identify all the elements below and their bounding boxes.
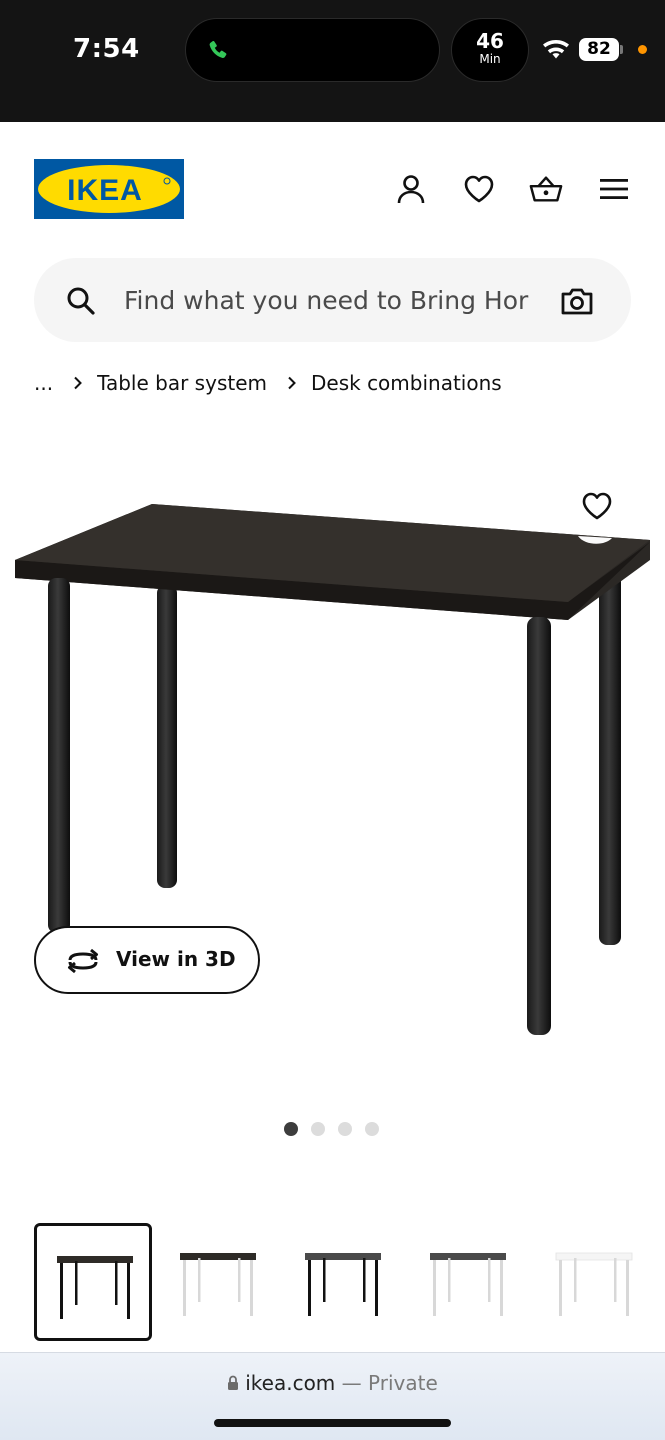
ikea-logo[interactable]: IKEA xyxy=(34,159,184,219)
thumbnail-image xyxy=(555,1252,633,1316)
profile-button[interactable] xyxy=(394,172,428,206)
battery-level: 82 xyxy=(579,38,619,61)
timer-unit: Min xyxy=(479,52,501,66)
browser-address-bar[interactable]: ikea.com — Private xyxy=(0,1352,665,1440)
breadcrumb-desk-combinations[interactable]: Desk combinations xyxy=(311,371,502,395)
breadcrumb: ... Table bar system Desk combinations xyxy=(34,368,502,398)
phone-call-icon xyxy=(209,40,227,58)
thumbnail-image xyxy=(305,1253,381,1316)
timer-value: 46 xyxy=(476,29,504,53)
lock-icon xyxy=(228,1375,239,1390)
url-separator: — xyxy=(335,1371,369,1395)
thumbnail-4[interactable] xyxy=(410,1223,528,1341)
heart-icon xyxy=(582,492,612,520)
timer-pill[interactable]: 46 Min xyxy=(451,18,529,82)
battery-tip xyxy=(620,45,623,54)
thumbnail-image xyxy=(180,1253,256,1316)
thumbnail-5[interactable] xyxy=(536,1223,665,1341)
view-in-3d-button[interactable]: View in 3D xyxy=(34,926,260,994)
carousel-dot-2[interactable] xyxy=(311,1122,325,1136)
carousel-dot-3[interactable] xyxy=(338,1122,352,1136)
home-indicator[interactable] xyxy=(214,1419,451,1427)
camera-search-icon[interactable] xyxy=(560,285,594,317)
menu-icon xyxy=(600,179,628,199)
menu-button[interactable] xyxy=(597,172,631,206)
search-input[interactable] xyxy=(124,278,540,322)
heart-icon xyxy=(464,175,494,203)
wifi-icon xyxy=(543,40,569,59)
privacy-indicator xyxy=(638,45,647,54)
dynamic-island[interactable] xyxy=(185,18,440,82)
thumbnail-3[interactable] xyxy=(285,1223,403,1341)
url-domain: ikea.com xyxy=(245,1371,336,1395)
thumbnail-2[interactable] xyxy=(160,1223,278,1341)
profile-icon xyxy=(397,175,425,204)
carousel-indicator xyxy=(284,1122,379,1136)
url-display[interactable]: ikea.com — Private xyxy=(0,1371,665,1395)
breadcrumb-table-bar-system[interactable]: Table bar system xyxy=(97,371,267,395)
basket-icon xyxy=(529,176,563,202)
product-favourite-button[interactable] xyxy=(577,486,617,526)
thumbnail-1[interactable] xyxy=(34,1223,152,1341)
view-in-3d-label: View in 3D xyxy=(116,947,236,971)
status-bar: 7:54 46 Min 82 xyxy=(0,0,665,122)
search-bar[interactable] xyxy=(34,258,631,342)
carousel-dot-4[interactable] xyxy=(365,1122,379,1136)
chevron-right-icon xyxy=(74,376,82,390)
favourites-button[interactable] xyxy=(462,172,496,206)
thumbnail-image xyxy=(430,1253,506,1316)
breadcrumb-ellipsis[interactable]: ... xyxy=(34,371,53,395)
status-time: 7:54 xyxy=(73,34,140,64)
chevron-right-icon xyxy=(288,376,296,390)
logo-text: IKEA xyxy=(67,174,143,207)
rotate-3d-icon xyxy=(68,948,98,974)
thumbnail-image xyxy=(57,1256,133,1319)
ikea-logo-mark: IKEA xyxy=(34,159,184,219)
carousel-dot-1[interactable] xyxy=(284,1122,298,1136)
search-icon xyxy=(67,287,95,315)
basket-button[interactable] xyxy=(529,172,563,206)
private-mode-label: Private xyxy=(368,1371,438,1395)
